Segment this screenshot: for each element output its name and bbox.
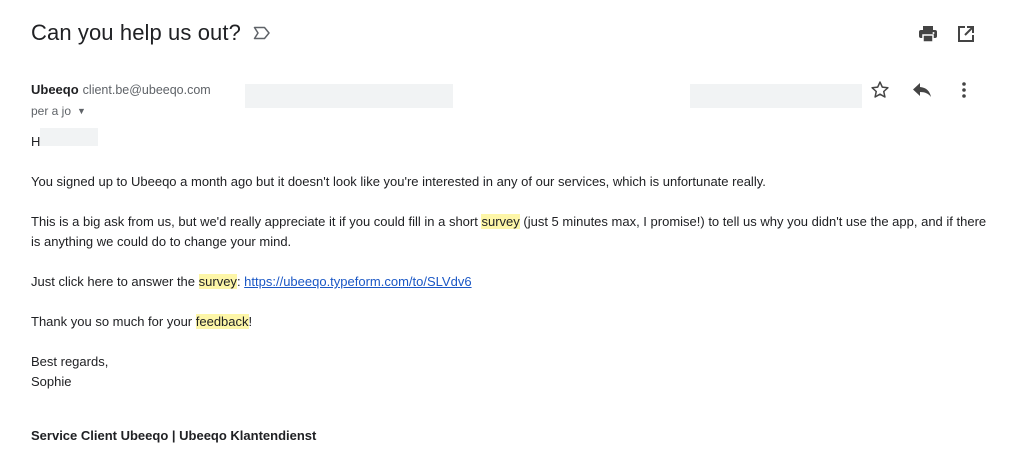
- text-segment: Just click here to answer the: [31, 274, 199, 289]
- thread-actions: [918, 24, 976, 44]
- reply-icon[interactable]: [912, 80, 932, 100]
- print-icon[interactable]: [918, 24, 938, 44]
- closing-block: Best regards, Sophie: [31, 352, 108, 392]
- closing: Best regards,: [31, 354, 109, 369]
- recipient-dropdown[interactable]: per a jo ▼: [31, 104, 86, 118]
- paragraph-request: This is a big ask from us, but we'd real…: [31, 212, 991, 252]
- sender-email: client.be@ubeeqo.com: [82, 82, 211, 97]
- paragraph-thanks: Thank you so much for your feedback!: [31, 312, 252, 332]
- signature: Service Client Ubeeqo | Ubeeqo Klantendi…: [31, 428, 317, 443]
- redacted-timestamp: [690, 84, 862, 108]
- paragraph-survey-link: Just click here to answer the survey: ht…: [31, 272, 472, 292]
- redacted-recipient-name: [40, 128, 98, 146]
- message-actions: [870, 80, 974, 100]
- star-outline-icon[interactable]: [870, 80, 890, 100]
- paragraph-intro: You signed up to Ubeeqo a month ago but …: [31, 174, 766, 189]
- signer-name: Sophie: [31, 374, 72, 389]
- survey-link[interactable]: https://ubeeqo.typeform.com/to/SLVdv6: [244, 274, 471, 289]
- label-outline-icon[interactable]: [253, 26, 271, 40]
- text-segment: Thank you so much for your: [31, 314, 196, 329]
- chevron-down-icon[interactable]: ▼: [77, 106, 86, 116]
- sender-name: Ubeeqo: [31, 82, 79, 97]
- highlighted-term: survey: [481, 214, 520, 229]
- open-in-new-window-icon[interactable]: [956, 24, 976, 44]
- highlighted-term: feedback: [195, 314, 249, 329]
- highlighted-term: survey: [198, 274, 237, 289]
- recipient-label: per a jo: [31, 104, 72, 118]
- redacted-block: [245, 84, 453, 108]
- text-segment: This is a big ask from us, but we'd real…: [31, 214, 482, 229]
- sender-row: Ubeeqo client.be@ubeeqo.com: [31, 82, 211, 97]
- more-vertical-icon[interactable]: [954, 80, 974, 100]
- subject-row: Can you help us out?: [31, 20, 271, 46]
- email-subject: Can you help us out?: [31, 20, 241, 45]
- text-segment: !: [248, 314, 253, 329]
